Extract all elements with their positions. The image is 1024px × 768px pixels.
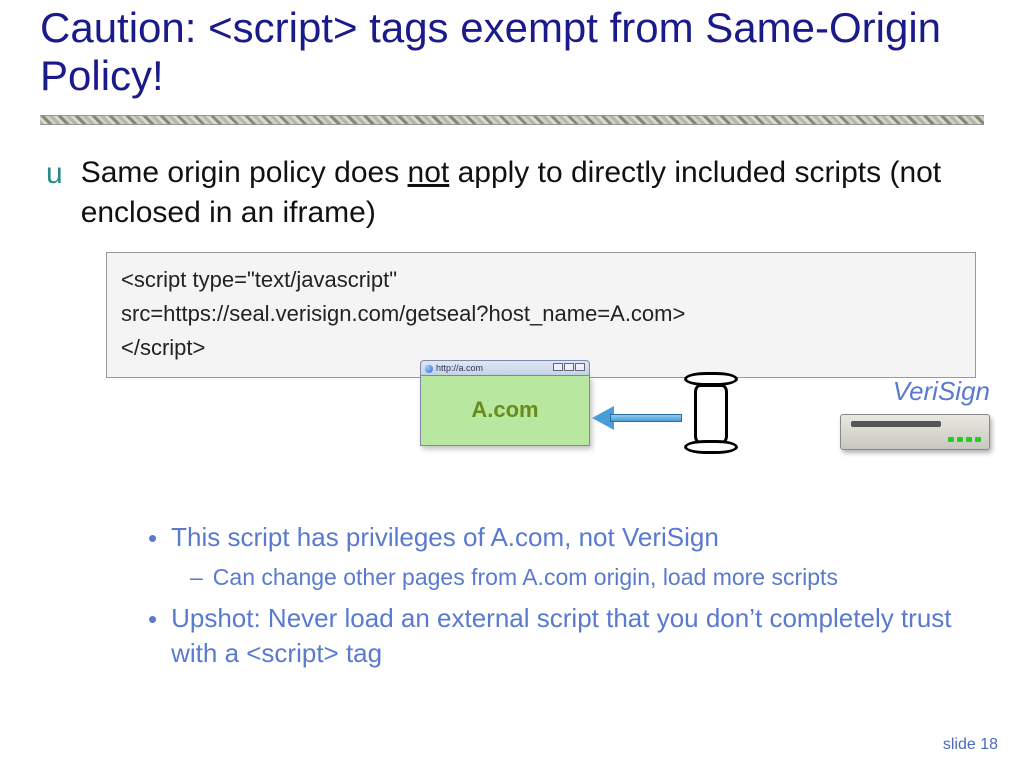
bullet-glyph: u <box>46 157 63 191</box>
browser-url-text: http://a.com <box>436 363 483 373</box>
code-line: src=https://seal.verisign.com/getseal?ho… <box>121 297 961 331</box>
arrow-icon <box>592 408 682 428</box>
sub-sub-bullet: – Can change other pages from A.com orig… <box>190 564 984 591</box>
sub-sub-text: Can change other pages from A.com origin… <box>213 564 838 591</box>
bullet-underlined: not <box>408 156 450 189</box>
diagram: http://a.com A.com VeriSign <box>40 378 984 498</box>
slide-number: slide 18 <box>943 736 998 754</box>
globe-icon <box>425 365 433 373</box>
server-label: VeriSign <box>810 376 990 407</box>
bullet-text: Same origin policy does not apply to dir… <box>81 153 984 234</box>
bullet-level1: u Same origin policy does not apply to d… <box>46 153 984 234</box>
browser-page: A.com <box>420 376 590 446</box>
sub-bullet-text: Upshot: Never load an external script th… <box>171 601 984 671</box>
sub-bullet-text: This script has privileges of A.com, not… <box>171 520 719 555</box>
bullet-dot-icon: • <box>148 603 157 637</box>
script-scroll-icon <box>680 374 740 456</box>
server-icon: VeriSign <box>840 414 990 450</box>
code-line: <script type="text/javascript" <box>121 263 961 297</box>
browser-window-icon: http://a.com A.com <box>420 360 590 446</box>
bullet-pre: Same origin policy does <box>81 156 408 189</box>
bullet-dot-icon: • <box>148 522 157 556</box>
browser-titlebar: http://a.com <box>420 360 590 376</box>
window-buttons-icon <box>552 363 585 373</box>
sub-bullet: • Upshot: Never load an external script … <box>148 601 984 671</box>
slide: Caution: <script> tags exempt from Same-… <box>0 0 1024 768</box>
sub-bullet: • This script has privileges of A.com, n… <box>148 520 984 556</box>
server-box-icon <box>840 414 990 450</box>
browser-domain: A.com <box>471 397 538 423</box>
browser-url: http://a.com <box>425 363 483 373</box>
divider <box>40 115 984 125</box>
sub-bullets: • This script has privileges of A.com, n… <box>148 520 984 671</box>
dash-icon: – <box>190 564 203 591</box>
slide-title: Caution: <script> tags exempt from Same-… <box>40 0 984 101</box>
